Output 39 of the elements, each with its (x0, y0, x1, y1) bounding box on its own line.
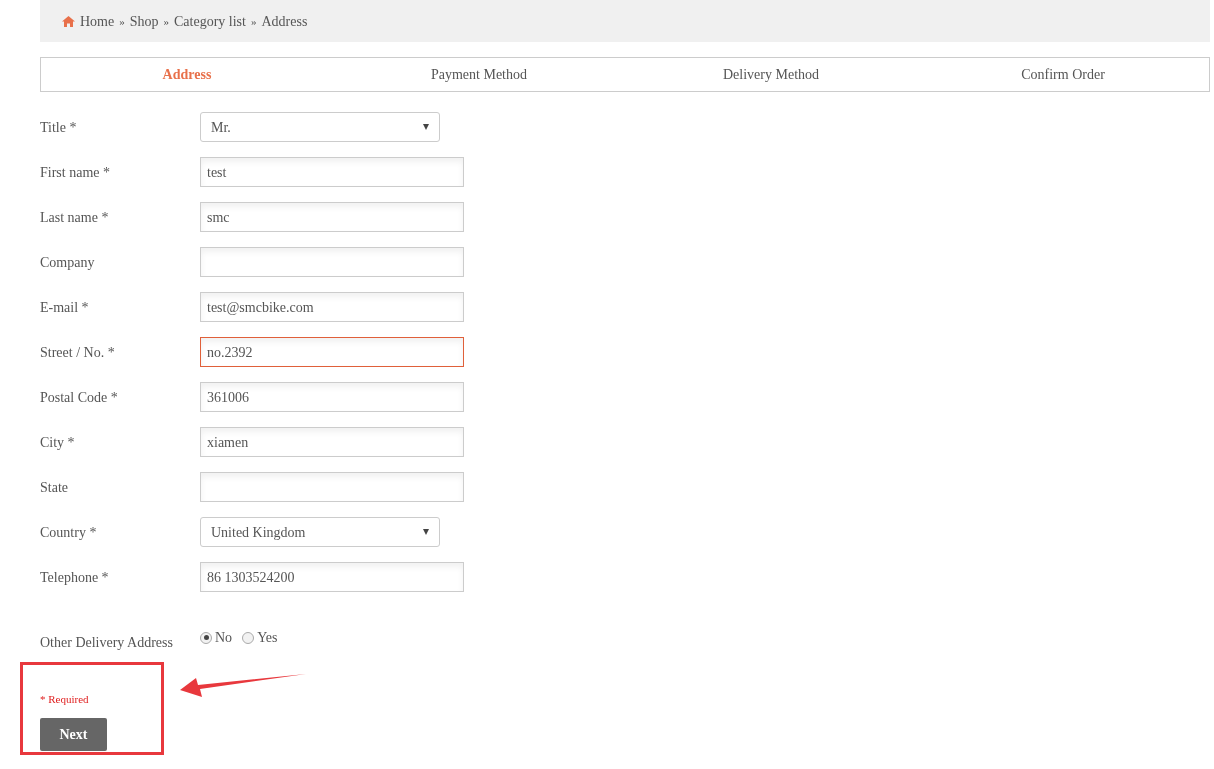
input-field[interactable]: 361006 (200, 382, 464, 412)
step-tab[interactable]: Delivery Method (625, 64, 917, 85)
field-label: Postal Code * (40, 388, 119, 407)
radio-option[interactable]: Yes (242, 627, 278, 648)
field-label: First name * (40, 163, 111, 182)
caret-icon (423, 529, 429, 535)
breadcrumb-link[interactable]: Home (80, 10, 115, 32)
input-field[interactable] (200, 247, 464, 277)
field-label: Telephone * (40, 568, 110, 587)
input-field[interactable]: smc (200, 202, 464, 232)
next-button[interactable]: Next (40, 717, 107, 751)
field-label: Country * (40, 523, 98, 542)
input-field[interactable]: test@smcbike.com (200, 292, 464, 322)
select-field[interactable]: Mr. (200, 112, 440, 142)
field-label: Street / No. * (40, 343, 116, 362)
separator-icon: » (250, 12, 257, 30)
breadcrumb-link[interactable]: Category list (174, 10, 246, 32)
field-label: E-mail * (40, 298, 90, 317)
breadcrumb-link[interactable]: Shop (129, 10, 159, 32)
field-label: Title * (40, 118, 78, 137)
step-tab[interactable]: Confirm Order (917, 64, 1209, 85)
home-icon (62, 15, 75, 27)
separator-icon: » (119, 12, 125, 30)
input-field[interactable]: 86 1303524200 (200, 562, 464, 592)
input-field[interactable]: xiamen (200, 427, 464, 457)
required-note: * Required (40, 692, 90, 707)
step-tab[interactable]: Payment Method (333, 64, 625, 85)
select-field[interactable]: United Kingdom (200, 517, 440, 547)
input-field[interactable]: no.2392 (200, 337, 464, 367)
field-label: State (40, 478, 69, 497)
separator-icon: » (163, 12, 169, 30)
caret-icon (423, 124, 429, 130)
input-field[interactable]: test (200, 157, 464, 187)
field-label: Last name * (40, 208, 110, 227)
field-label: City * (40, 433, 76, 452)
field-label: Company (40, 253, 96, 272)
input-field[interactable] (200, 472, 464, 502)
field-label: Other Delivery Address (40, 634, 174, 652)
radio-option[interactable]: No (200, 627, 233, 648)
